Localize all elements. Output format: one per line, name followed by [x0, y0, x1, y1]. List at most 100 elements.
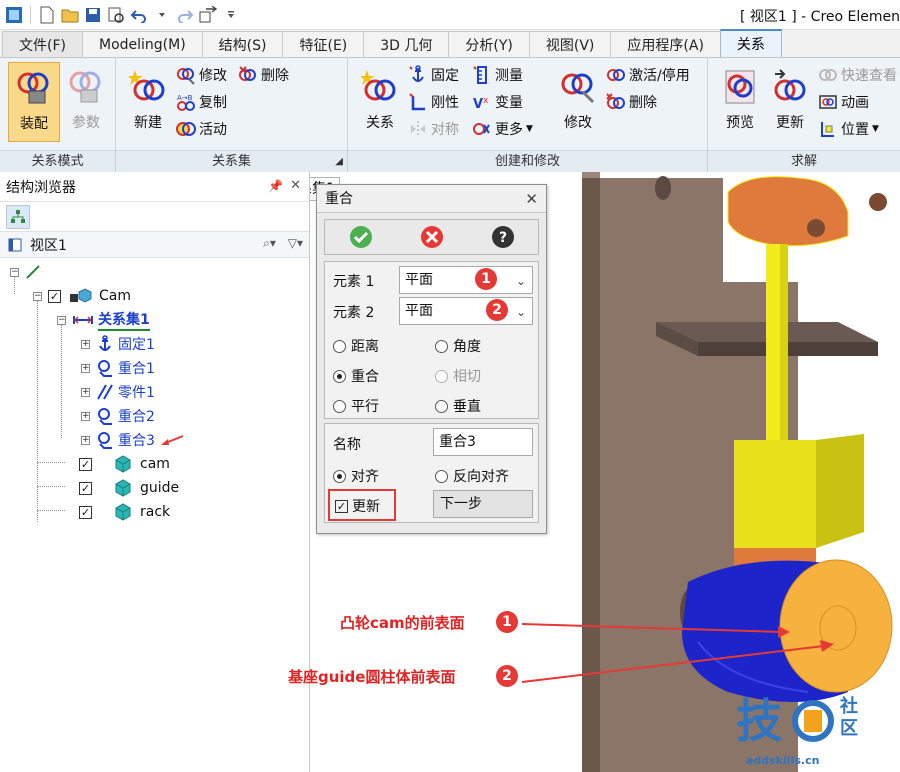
radio-button-selected[interactable]: [333, 369, 346, 383]
quick-check-button[interactable]: 快速查看: [818, 63, 897, 87]
assembly-mode-button[interactable]: 装配: [8, 62, 60, 142]
filter-icon[interactable]: ▽▾: [288, 236, 303, 250]
radio-button[interactable]: [435, 469, 448, 483]
fixed-button[interactable]: 固定: [408, 63, 459, 87]
measure-button[interactable]: 测量: [472, 63, 523, 87]
tab-relations[interactable]: 关系: [719, 29, 782, 57]
copy-set-button[interactable]: A→B 复制: [176, 90, 227, 114]
element1-select[interactable]: 平面 ⌄: [399, 266, 533, 294]
element2-select[interactable]: 平面 ⌄: [399, 297, 533, 325]
pin-icon[interactable]: 📌: [268, 179, 283, 193]
tree-item-relation-set[interactable]: − 关系集1: [57, 309, 150, 331]
parameters-mode-button[interactable]: 参数: [60, 62, 112, 142]
collapse-icon[interactable]: −: [10, 267, 19, 277]
tab-features[interactable]: 特征(E): [282, 31, 365, 57]
tab-applications[interactable]: 应用程序(A): [610, 31, 721, 57]
radio-reverse-align[interactable]: 反向对齐: [435, 466, 509, 486]
undo-dropdown-icon[interactable]: [152, 5, 172, 25]
tree-root[interactable]: −: [10, 261, 41, 283]
preview-button[interactable]: 预览: [716, 62, 764, 142]
radio-button-disabled[interactable]: [435, 369, 448, 383]
tree-item-coincident1[interactable]: + 重合1: [81, 357, 155, 379]
tab-3d-geometry[interactable]: 3D 几何: [363, 31, 450, 57]
structure-tree-icon[interactable]: [6, 204, 30, 229]
radio-distance[interactable]: 距离: [333, 336, 379, 356]
customize-toolbar-icon[interactable]: [221, 5, 241, 25]
expand-icon[interactable]: +: [81, 387, 90, 397]
tree-item-coincident2[interactable]: + 重合2: [81, 405, 155, 427]
tree-item-part-rack[interactable]: ✓ rack: [79, 501, 170, 523]
radio-coincident[interactable]: 重合: [333, 366, 379, 386]
position-button[interactable]: 位置 ▼: [818, 117, 879, 141]
modify-set-button[interactable]: 修改: [176, 63, 227, 87]
radio-perpendicular[interactable]: 垂直: [435, 396, 481, 416]
tab-view[interactable]: 视图(V): [528, 31, 612, 57]
app-menu-icon[interactable]: [4, 5, 24, 25]
relation-set-group: 新建 修改 删除 A→B 复制 活动 关系集 ◢: [116, 58, 348, 172]
redo-icon[interactable]: [175, 5, 195, 25]
activate-deactivate-button[interactable]: 激活/停用: [606, 63, 690, 87]
expand-icon[interactable]: +: [81, 411, 90, 421]
dialog-launcher-icon[interactable]: ◢: [335, 151, 343, 173]
close-icon[interactable]: ✕: [525, 185, 538, 213]
tab-analysis[interactable]: 分析(Y): [448, 31, 530, 57]
name-input[interactable]: 重合3: [433, 428, 533, 456]
print-preview-icon[interactable]: [106, 5, 126, 25]
new-file-icon[interactable]: [37, 5, 57, 25]
variable-button[interactable]: Vx 变量: [472, 90, 523, 114]
tree-item-part-cam[interactable]: ✓ cam: [79, 453, 170, 475]
expand-icon[interactable]: +: [81, 339, 90, 349]
radio-button[interactable]: [333, 399, 346, 413]
update-button[interactable]: 更新: [766, 62, 814, 142]
tab-modeling[interactable]: Modeling(M): [81, 31, 203, 57]
radio-button[interactable]: [435, 339, 448, 353]
expand-icon[interactable]: +: [81, 435, 90, 445]
visibility-checkbox[interactable]: ✓: [79, 481, 92, 495]
rigid-button[interactable]: 刚性: [408, 90, 459, 114]
view-selector[interactable]: 视区1 ⌕▾ ▽▾: [0, 232, 309, 258]
radio-tangent[interactable]: 相切: [435, 366, 481, 386]
visibility-checkbox[interactable]: ✓: [48, 289, 61, 303]
new-relation-set-button[interactable]: 新建: [124, 62, 172, 142]
radio-button[interactable]: [435, 399, 448, 413]
radio-button[interactable]: [333, 339, 346, 353]
assembly-icon: [70, 288, 92, 303]
help-question-icon[interactable]: ?: [491, 225, 515, 249]
tree-item-part-guide[interactable]: ✓ guide: [79, 477, 179, 499]
relation-button[interactable]: 关系: [356, 62, 404, 142]
binoculars-icon[interactable]: ⌕▾: [263, 236, 276, 250]
tree-item-part1[interactable]: + 零件1: [81, 381, 155, 403]
symmetry-button[interactable]: 对称: [408, 117, 459, 141]
close-icon[interactable]: ✕: [290, 178, 301, 193]
regenerate-icon[interactable]: [198, 5, 218, 25]
save-icon[interactable]: [83, 5, 103, 25]
watermark-plus: [804, 710, 822, 732]
radio-align[interactable]: 对齐: [333, 466, 379, 486]
next-button[interactable]: 下一步: [433, 490, 533, 518]
radio-button-selected[interactable]: [333, 469, 346, 483]
delete-set-button[interactable]: 删除: [238, 63, 289, 87]
collapse-icon[interactable]: −: [57, 315, 66, 325]
tree-item-fixed1[interactable]: + 固定1: [81, 333, 155, 355]
undo-icon[interactable]: [129, 5, 149, 25]
tab-file[interactable]: 文件(F): [2, 31, 83, 57]
tree-item-coincident3[interactable]: + 重合3: [81, 429, 185, 451]
collapse-icon[interactable]: −: [33, 291, 42, 301]
tab-structure[interactable]: 结构(S): [201, 31, 284, 57]
delete-relation-button[interactable]: 删除: [606, 90, 657, 114]
expand-icon[interactable]: +: [81, 363, 90, 373]
animation-button[interactable]: 动画: [818, 90, 869, 114]
active-set-button[interactable]: 活动: [176, 117, 227, 141]
visibility-checkbox[interactable]: ✓: [79, 457, 92, 471]
radio-parallel[interactable]: 平行: [333, 396, 379, 416]
open-folder-icon[interactable]: [60, 5, 80, 25]
tree-item-cam-assembly[interactable]: − ✓ Cam: [33, 285, 131, 307]
cancel-x-icon[interactable]: [420, 225, 444, 249]
visibility-checkbox[interactable]: ✓: [79, 505, 92, 519]
ok-check-icon[interactable]: [349, 225, 373, 249]
radio-angle[interactable]: 角度: [435, 336, 481, 356]
modify-relation-button[interactable]: 修改: [554, 62, 602, 142]
more-button[interactable]: 更多 ▼: [472, 117, 533, 141]
browser-filter-tools[interactable]: ⌕▾ ▽▾: [263, 236, 303, 251]
part-icon: [115, 503, 131, 521]
